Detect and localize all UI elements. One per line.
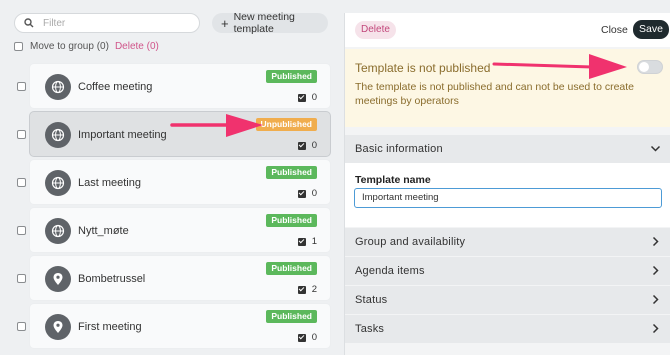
checkbox-checked-icon [297,285,306,294]
detail-toolbar: Delete Close Save [345,13,670,47]
delete-button[interactable]: Delete [355,21,396,39]
task-count-value: 0 [311,140,317,151]
section-status[interactable]: Status [345,286,670,314]
save-button[interactable]: Save [633,20,669,39]
bulk-actions: Move to group (0) Delete (0) [14,41,159,52]
checkbox-checked-icon [297,93,306,102]
notice-description: The template is not published and can no… [355,81,635,107]
chevron-right-icon [650,236,661,250]
globe-icon [45,218,71,244]
task-count: 0 [297,140,317,151]
chevron-right-icon [650,294,661,308]
section-title: Group and availability [355,236,466,248]
annotation-arrow-icon [492,54,627,79]
search-icon [15,18,43,28]
task-count-value: 2 [311,284,317,295]
template-card[interactable]: Last meeting Published 0 [29,159,331,205]
task-count-value: 1 [311,236,317,247]
status-badge: Published [266,166,317,179]
search-placeholder: Filter [43,17,66,29]
section-group-availability[interactable]: Group and availability [345,228,670,256]
row-checkbox[interactable] [17,178,26,187]
status-badge: Published [266,262,317,275]
select-all-checkbox[interactable] [14,42,23,51]
template-name: Important meeting [78,129,167,141]
globe-icon [45,122,71,148]
template-name-input[interactable]: Important meeting [354,188,662,208]
globe-icon [45,74,71,100]
task-count: 2 [297,284,317,295]
list-item: Bombetrussel Published 2 [0,255,344,303]
status-badge: Published [266,214,317,227]
location-pin-icon [45,266,71,292]
template-name: Coffee meeting [78,81,153,93]
checkbox-checked-icon [297,333,306,342]
template-card[interactable]: Coffee meeting Published 0 [29,63,331,109]
template-name: Nytt_møte [78,225,129,237]
template-name-label: Template name [355,174,431,186]
section-basic-information[interactable]: Basic information [345,135,670,163]
new-template-label: New meeting template [233,11,295,35]
search-input[interactable]: Filter [14,13,200,33]
template-card[interactable]: Nytt_møte Published 1 [29,207,331,253]
task-count-value: 0 [311,188,317,199]
chevron-right-icon [650,265,661,279]
location-pin-icon [45,314,71,340]
task-count-value: 0 [311,332,317,343]
checkbox-checked-icon [297,141,306,150]
new-template-button[interactable]: + New meeting template [212,11,328,35]
annotation-arrow-icon [170,114,263,137]
row-checkbox[interactable] [17,130,26,139]
template-card[interactable]: Bombetrussel Published 2 [29,255,331,301]
template-card[interactable]: First meeting Published 0 [29,303,331,349]
task-count: 1 [297,236,317,247]
section-title: Status [355,294,388,306]
plus-icon: + [221,15,229,31]
section-title: Basic information [355,143,443,155]
template-list-panel: Filter + New meeting template Move to gr… [0,0,344,355]
close-button[interactable]: Close [601,24,628,36]
template-name: Last meeting [78,177,141,189]
checkbox-checked-icon [297,189,306,198]
chevron-right-icon [650,323,661,337]
row-checkbox[interactable] [17,226,26,235]
section-agenda-items[interactable]: Agenda items [345,257,670,285]
section-title: Tasks [355,323,385,335]
toggle-knob [639,62,649,72]
checkbox-checked-icon [297,237,306,246]
task-count: 0 [297,92,317,103]
chevron-down-icon [650,143,661,157]
move-to-group-link[interactable]: Move to group (0) [30,41,109,52]
publish-toggle[interactable] [637,60,663,74]
task-count: 0 [297,188,317,199]
status-badge: Published [266,70,317,83]
list-item: Nytt_møte Published 1 [0,207,344,255]
globe-icon [45,170,71,196]
task-count: 0 [297,332,317,343]
list-item: Coffee meeting Published 0 [0,63,344,111]
list-item: First meeting Published 0 [0,303,344,351]
section-tasks[interactable]: Tasks [345,315,670,343]
task-count-value: 0 [311,92,317,103]
row-checkbox[interactable] [17,82,26,91]
template-name: First meeting [78,321,142,333]
notice-title: Template is not published [355,61,491,75]
row-checkbox[interactable] [17,274,26,283]
basic-information-body: Template name Important meeting [345,163,670,227]
list-item: Last meeting Published 0 [0,159,344,207]
row-checkbox[interactable] [17,322,26,331]
section-title: Agenda items [355,265,425,277]
template-name: Bombetrussel [78,273,146,285]
bulk-delete-link[interactable]: Delete (0) [115,41,159,52]
status-badge: Published [266,310,317,323]
